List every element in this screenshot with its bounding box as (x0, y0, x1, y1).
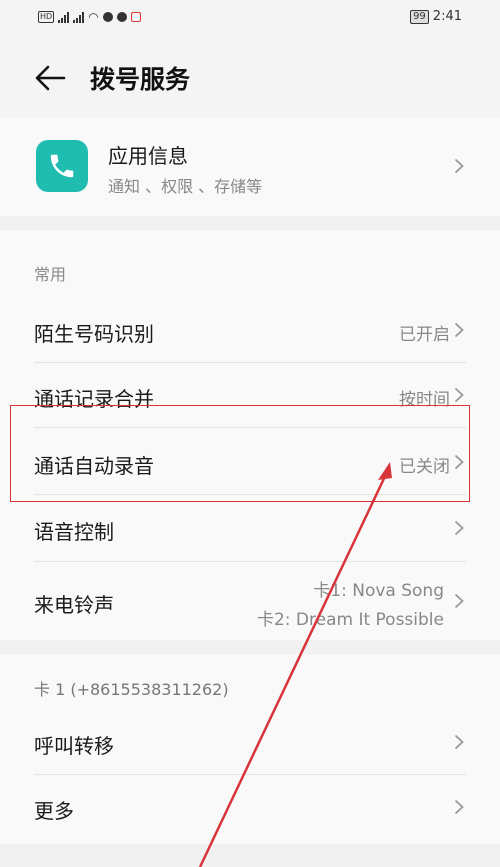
row-value: 已关闭 (399, 457, 450, 477)
ringtone-sim2: 卡2: Dream It Possible (256, 610, 444, 630)
chevron-right-icon (454, 322, 464, 338)
app-notification-icon (130, 12, 141, 22)
battery-icon: 99 (410, 9, 429, 24)
settings-row-ringtone[interactable]: 来电铃声 卡1: Nova Song 卡2: Dream It Possible (0, 562, 500, 640)
chevron-right-icon (454, 387, 464, 403)
row-label: 更多 (34, 799, 74, 823)
settings-row-call-forwarding[interactable]: 呼叫转移 (0, 710, 500, 774)
settings-row-auto-call-recording[interactable]: 通话自动录音 已关闭 (0, 428, 500, 494)
chevron-right-icon (454, 158, 464, 174)
settings-row-more[interactable]: 更多 (0, 775, 500, 839)
chevron-right-icon (454, 593, 464, 609)
app-info-title: 应用信息 (108, 144, 188, 168)
signal-icon (58, 11, 70, 23)
app-notification-icon (116, 12, 127, 22)
sim1-settings-card: 卡 1 (+8615538311262) 呼叫转移 更多 (0, 654, 500, 844)
chevron-right-icon (454, 799, 464, 815)
chevron-right-icon (454, 734, 464, 750)
status-icons-right: 99 2:41 (410, 9, 462, 24)
row-label: 通话自动录音 (34, 454, 154, 478)
section-label-sim1: 卡 1 (+8615538311262) (34, 680, 229, 699)
row-label: 呼叫转移 (34, 734, 114, 758)
ringtone-sim1: 卡1: Nova Song (313, 581, 444, 601)
settings-row-call-log-merge[interactable]: 通话记录合并 按时间 (0, 363, 500, 427)
app-notification-icon (102, 12, 113, 22)
app-info-subtitle: 通知 、权限 、存储等 (108, 177, 263, 196)
chevron-right-icon (454, 520, 464, 536)
signal-icon (73, 11, 85, 23)
page-title: 拨号服务 (90, 65, 191, 94)
wifi-icon: ◠ (88, 10, 99, 24)
phone-icon (36, 140, 88, 192)
hd-badge: HD (38, 11, 55, 23)
row-value: 按时间 (399, 390, 450, 410)
app-info-row[interactable]: 应用信息 通知 、权限 、存储等 (0, 118, 500, 216)
clock: 2:41 (432, 9, 462, 24)
status-bar: HD ◠ 99 2:41 (0, 0, 500, 36)
app-header: 拨号服务 (0, 36, 500, 118)
row-label: 来电铃声 (34, 593, 114, 617)
row-label: 陌生号码识别 (34, 322, 154, 346)
row-label: 通话记录合并 (34, 387, 154, 411)
chevron-right-icon (454, 454, 464, 470)
status-icons-left: HD ◠ (38, 10, 141, 24)
back-arrow-icon[interactable] (34, 64, 66, 92)
section-label-common: 常用 (34, 265, 67, 284)
settings-row-unknown-number-id[interactable]: 陌生号码识别 已开启 (0, 300, 500, 362)
common-settings-card: 常用 陌生号码识别 已开启 通话记录合并 按时间 通话自动录音 已关闭 语音控制… (0, 230, 500, 640)
row-label: 语音控制 (34, 520, 114, 544)
settings-row-voice-control[interactable]: 语音控制 (0, 495, 500, 561)
row-value: 已开启 (399, 325, 450, 345)
